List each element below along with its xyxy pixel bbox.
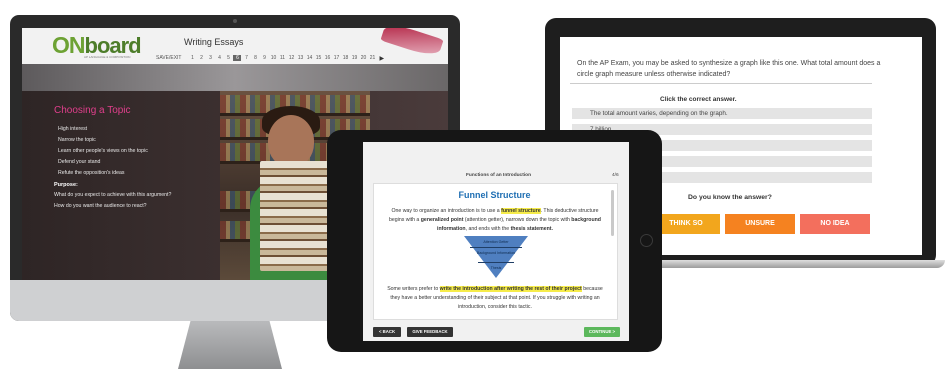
page-number-7[interactable]: 7 [242,55,250,61]
slide-heading: Choosing a Topic [54,105,131,116]
back-button[interactable]: < BACK [373,327,401,337]
page-indicator: 4/6 [612,173,619,178]
page-number-5[interactable]: 5 [224,55,232,61]
divider [570,83,872,84]
page-number-10[interactable]: 10 [269,55,277,61]
funnel-label: Background Information [476,251,516,255]
list-item: Narrow the topic [58,137,96,143]
monitor-stand [178,321,282,369]
list-item: Refute the opposition's ideas [58,170,125,176]
page-number-1[interactable]: 1 [188,55,196,61]
course-title: Writing Essays [184,37,244,47]
save-exit-button[interactable]: SAVE/EXIT [156,55,181,61]
page-number-6[interactable]: 6 [233,55,242,61]
give-feedback-button[interactable]: GIVE FEEDBACK [407,327,453,337]
page-number-12[interactable]: 12 [287,55,295,61]
tactic-paragraph: Some writers prefer to write the introdu… [387,286,603,310]
purpose-question: What do you expect to achieve with this … [54,192,172,198]
purpose-question: How do you want the audience to react? [54,203,147,209]
page-number-8[interactable]: 8 [251,55,259,61]
page-number-19[interactable]: 19 [350,55,358,61]
confidence-prompt: Do you know the answer? [688,194,772,201]
page-number-14[interactable]: 14 [305,55,313,61]
funnel-label: Attention Getter [483,240,509,244]
page-navigation: SAVE/EXIT 1 2 3 4 5 6 7 8 9 10 11 12 13 14 15 16 17 18 19 2… [156,53,384,63]
page-number-9[interactable]: 9 [260,55,268,61]
header-band [22,64,448,91]
logo-subtitle: AP LANGUAGE & COMPOSITION [84,55,131,59]
funnel-label: Thesis [490,266,502,270]
funnel-divider [470,247,522,248]
page-number-16[interactable]: 16 [323,55,331,61]
home-button-icon [640,234,653,247]
think-so-button[interactable]: THINK SO [652,214,720,234]
intro-paragraph: One way to organize an introduction is t… [389,208,601,232]
quiz-question: On the AP Exam, you may be asked to synt… [577,60,881,78]
page-number-4[interactable]: 4 [215,55,223,61]
page-number-13[interactable]: 13 [296,55,304,61]
list-item: Learn other people's views on the topic [58,148,148,154]
answer-option[interactable]: The total amount varies, depending on th… [572,108,872,119]
webcam-icon [233,19,237,23]
quiz-instruction: Click the correct answer. [660,96,737,103]
purpose-label: Purpose: [54,182,78,188]
triangle-right-icon[interactable]: ▶ [379,55,384,62]
unsure-button[interactable]: UNSURE [725,214,795,234]
no-idea-button[interactable]: NO IDEA [800,214,870,234]
page-number-3[interactable]: 3 [206,55,214,61]
topic-bullet-list: High interest Narrow the topic Learn oth… [58,124,148,179]
page-number-17[interactable]: 17 [332,55,340,61]
page-number-11[interactable]: 11 [278,55,286,61]
page-number-21[interactable]: 21 [368,55,376,61]
list-item: Defend your stand [58,159,101,165]
page-number-20[interactable]: 20 [359,55,367,61]
continue-button[interactable]: CONTINUE > [584,327,620,337]
card-heading: Funnel Structure [458,190,531,200]
list-item: High interest [58,126,88,132]
onboard-logo: ONboard [52,32,142,58]
page-number-2[interactable]: 2 [197,55,205,61]
section-title: Functions of an Introduction [466,173,532,178]
page-number-18[interactable]: 18 [341,55,349,61]
funnel-divider [478,262,514,263]
page-number-15[interactable]: 15 [314,55,322,61]
